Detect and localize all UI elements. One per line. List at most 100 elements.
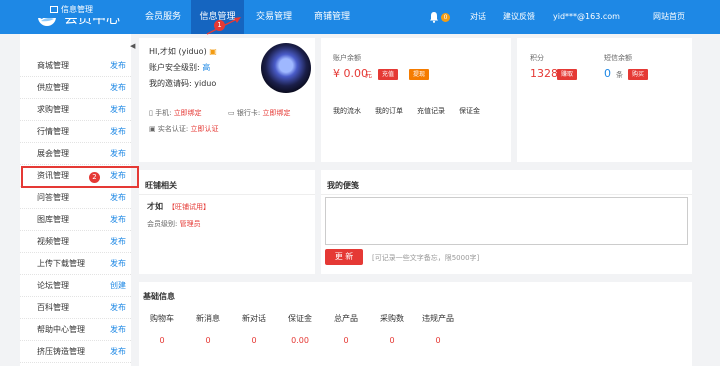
annotation-highlight-box xyxy=(21,166,139,188)
annotation-arrow xyxy=(206,17,241,35)
sidebar-item-action[interactable]: 发布 xyxy=(110,231,126,253)
sidebar-item-action[interactable]: 发布 xyxy=(110,55,126,77)
sidebar-item-action[interactable]: 发布 xyxy=(110,187,126,209)
nav-shop-management[interactable]: 商铺管理 xyxy=(304,0,360,34)
stat-value[interactable]: 0 xyxy=(185,329,231,351)
points-value: 1328 xyxy=(530,67,558,80)
phone-row: ▯ 手机: 立即绑定 xyxy=(149,108,202,118)
stat-header: 购物车 xyxy=(150,313,174,323)
shop-name: 才如 xyxy=(147,202,163,211)
list-icon xyxy=(50,6,58,13)
sidebar-item-label[interactable]: 上传下载管理 xyxy=(37,253,85,275)
nav-member-service[interactable]: 会员服务 xyxy=(135,0,191,34)
divider xyxy=(321,194,692,195)
sms-unit: 条 xyxy=(616,71,623,79)
sidebar-item-forum[interactable]: 论坛管理 创建 xyxy=(20,275,131,297)
points-label: 积分 xyxy=(530,54,544,62)
avatar[interactable] xyxy=(261,43,311,93)
sidebar-item-label[interactable]: 图库管理 xyxy=(37,209,69,231)
sidebar-item-label[interactable]: 求购管理 xyxy=(37,99,69,121)
sidebar-item-action[interactable]: 发布 xyxy=(110,209,126,231)
sidebar-item-market[interactable]: 行情管理 发布 xyxy=(20,121,131,143)
security-label: 账户安全级别: xyxy=(149,63,200,72)
bind-phone-link[interactable]: 立即绑定 xyxy=(174,109,202,117)
stat-value[interactable]: 0 xyxy=(231,329,277,351)
sidebar-item-action[interactable]: 发布 xyxy=(110,143,126,165)
security-value: 高 xyxy=(202,63,211,72)
sms-balance-label: 短信余额 xyxy=(604,54,632,62)
sidebar-item-video[interactable]: 视频管理 发布 xyxy=(20,231,131,253)
sidebar-item-purchase[interactable]: 求购管理 发布 xyxy=(20,99,131,121)
recharge-records-link[interactable]: 充值记录 xyxy=(417,106,445,116)
vip-icon: ▣ xyxy=(209,47,217,56)
invite-label: 我的邀请码: xyxy=(149,79,192,88)
sidebar-item-label[interactable]: 论坛管理 xyxy=(37,275,69,297)
bank-label: 银行卡: xyxy=(236,109,261,117)
stat-value[interactable]: 0 xyxy=(369,329,415,351)
stat-header: 保证金 xyxy=(288,313,312,323)
sidebar-item-action[interactable]: 创建 xyxy=(110,275,126,297)
sidebar-item-gallery[interactable]: 图库管理 发布 xyxy=(20,209,131,231)
sidebar-item-exhibition[interactable]: 展会管理 发布 xyxy=(20,143,131,165)
nav-trade-management[interactable]: 交易管理 xyxy=(246,0,302,34)
user-email[interactable]: yid***@163.com xyxy=(553,0,620,34)
id-card-icon: ▣ xyxy=(149,125,156,133)
stat-header: 采购数 xyxy=(380,313,404,323)
sidebar-item-label[interactable]: 挤压铸造管理 xyxy=(37,341,85,363)
sidebar-item-label[interactable]: 展会管理 xyxy=(37,143,69,165)
sidebar-item-label[interactable]: 供应管理 xyxy=(37,77,69,99)
invite-value: yiduo xyxy=(194,79,217,88)
sidebar-header: 信息管理 xyxy=(14,2,129,18)
sidebar-item-wiki[interactable]: 百科管理 发布 xyxy=(20,297,131,319)
site-home-link[interactable]: 网站首页 xyxy=(653,0,685,34)
sidebar-item-action[interactable]: 发布 xyxy=(110,319,126,341)
stat-value[interactable]: 0 xyxy=(415,329,461,351)
deposit-link[interactable]: 保证金 xyxy=(459,106,480,116)
sidebar-item-qa[interactable]: 问答管理 发布 xyxy=(20,187,131,209)
sidebar-item-label[interactable]: 问答管理 xyxy=(37,187,69,209)
verify-realname-link[interactable]: 立即认证 xyxy=(190,125,218,133)
stat-value[interactable]: 0 xyxy=(139,329,185,351)
realname-label: 实名认证: xyxy=(157,125,189,133)
sidebar-item-supply[interactable]: 供应管理 发布 xyxy=(20,77,131,99)
my-flow-link[interactable]: 我的流水 xyxy=(333,106,361,116)
sidebar-item-help[interactable]: 帮助中心管理 发布 xyxy=(20,319,131,341)
phone-label: 手机: xyxy=(155,109,172,117)
sidebar-item-action[interactable]: 发布 xyxy=(110,99,126,121)
sidebar-item-action[interactable]: 发布 xyxy=(110,253,126,275)
bank-card-icon: ▭ xyxy=(228,109,235,117)
sidebar-item-label[interactable]: 百科管理 xyxy=(37,297,69,319)
sidebar-item-action[interactable]: 发布 xyxy=(110,341,126,363)
shop-trial-tag[interactable]: 【旺铺试用】 xyxy=(168,202,210,212)
collapse-arrow-icon[interactable]: ◀ xyxy=(130,40,135,52)
sidebar-item-action[interactable]: 发布 xyxy=(110,77,126,99)
greeting-text: HI,才如 (yiduo) xyxy=(149,47,207,56)
stat-value[interactable]: 0.00 xyxy=(277,329,323,351)
sidebar-item-action[interactable]: 发布 xyxy=(110,121,126,143)
sidebar-item-action[interactable]: 发布 xyxy=(110,297,126,319)
sidebar-item-label[interactable]: 帮助中心管理 xyxy=(37,319,85,341)
my-orders-link[interactable]: 我的订单 xyxy=(375,106,403,116)
memo-textarea[interactable] xyxy=(325,197,688,245)
recharge-button[interactable]: 充值 xyxy=(378,69,399,80)
buy-sms-button[interactable]: 购买 xyxy=(628,69,649,80)
feedback-link[interactable]: 建议反馈 xyxy=(503,0,535,34)
stat-header: 违规产品 xyxy=(422,313,454,323)
sidebar-item-label[interactable]: 行情管理 xyxy=(37,121,69,143)
bank-row: ▭ 银行卡: 立即绑定 xyxy=(228,108,290,118)
sidebar-item-label[interactable]: 商城管理 xyxy=(37,55,69,77)
step-badge-1: 1 xyxy=(214,20,225,31)
withdraw-button[interactable]: 提现 xyxy=(409,69,430,80)
sidebar-item-upload[interactable]: 上传下载管理 发布 xyxy=(20,253,131,275)
sidebar-item-casting[interactable]: 挤压铸造管理 发布 xyxy=(20,341,131,363)
bind-bank-link[interactable]: 立即绑定 xyxy=(262,109,290,117)
step-badge-2: 2 xyxy=(89,172,100,183)
sidebar-item-mall[interactable]: 商城管理 发布 xyxy=(20,55,131,77)
update-memo-button[interactable]: 更 新 xyxy=(325,249,363,265)
bell-icon[interactable] xyxy=(429,11,439,23)
sidebar-item-label[interactable]: 视频管理 xyxy=(37,231,69,253)
earn-points-button[interactable]: 赚取 xyxy=(557,69,578,80)
chat-link[interactable]: 对话 xyxy=(470,0,486,34)
realname-row: ▣ 实名认证: 立即认证 xyxy=(149,124,218,134)
stat-value[interactable]: 0 xyxy=(323,329,369,351)
